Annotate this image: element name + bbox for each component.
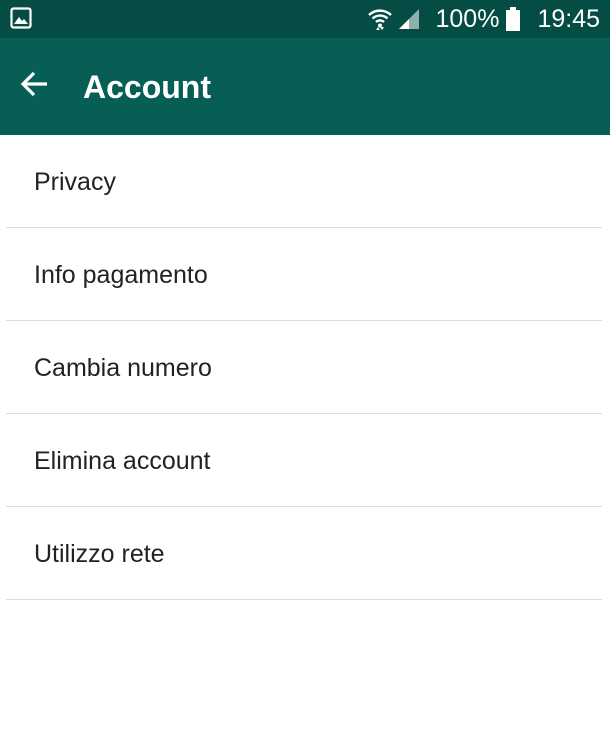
menu-item-info-pagamento[interactable]: Info pagamento (0, 228, 610, 321)
menu-item-label: Privacy (34, 168, 116, 196)
back-button[interactable] (14, 66, 54, 106)
menu-item-label: Info pagamento (34, 261, 208, 289)
divider (6, 599, 602, 600)
menu-item-elimina-account[interactable]: Elimina account (0, 414, 610, 507)
account-menu: Privacy Info pagamento Cambia numero Eli… (0, 135, 610, 600)
battery-icon (505, 6, 521, 32)
status-bar: 100% 19:45 (0, 0, 610, 38)
app-bar: Account (0, 38, 610, 135)
menu-item-label: Cambia numero (34, 354, 212, 382)
wifi-icon (367, 6, 393, 32)
arrow-left-icon (19, 70, 49, 103)
page-title: Account (83, 69, 211, 105)
menu-item-privacy[interactable]: Privacy (0, 135, 610, 228)
image-notification-icon (10, 7, 32, 29)
screen: 100% 19:45 Account Privacy Info pagament… (0, 0, 610, 732)
menu-item-label: Elimina account (34, 447, 211, 475)
status-clock: 19:45 (537, 4, 600, 33)
status-icons: 100% 19:45 (367, 0, 600, 38)
menu-item-label: Utilizzo rete (34, 540, 165, 568)
signal-icon (397, 7, 421, 31)
battery-percent: 100% (435, 4, 500, 33)
menu-item-cambia-numero[interactable]: Cambia numero (0, 321, 610, 414)
menu-item-utilizzo-rete[interactable]: Utilizzo rete (0, 507, 610, 600)
